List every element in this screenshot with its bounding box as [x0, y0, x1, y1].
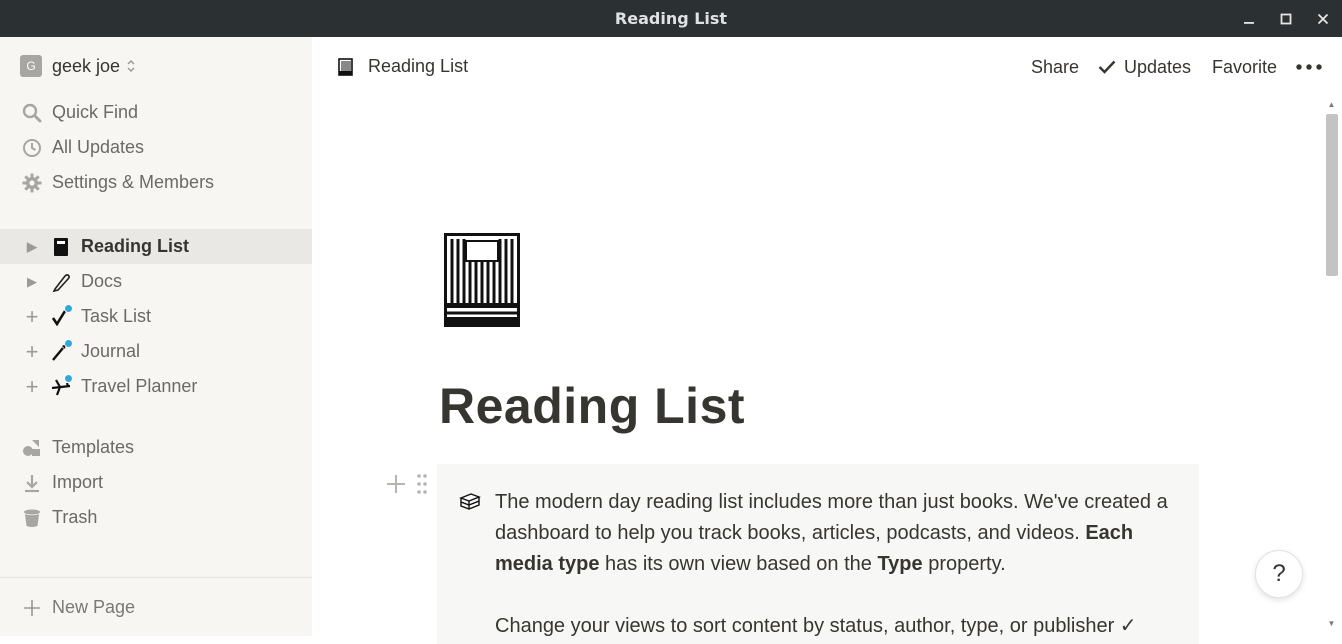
block-tools	[384, 471, 434, 497]
plus-icon	[24, 600, 40, 616]
nav-label: Quick Find	[52, 102, 139, 122]
window-titlebar: Reading List	[0, 0, 1342, 37]
more-options-button[interactable]	[1296, 56, 1322, 78]
nav-label: All Updates	[52, 137, 145, 157]
window-title: Reading List	[614, 9, 728, 28]
book-icon	[54, 238, 68, 256]
nav-label: Templates	[52, 437, 135, 457]
add-subpage-button[interactable]: +	[22, 374, 42, 400]
page-label: Journal	[81, 341, 141, 361]
expand-toggle[interactable]: ▶	[22, 239, 42, 255]
sidebar-page-task-list[interactable]: + Task List	[0, 299, 312, 334]
clock-icon	[23, 139, 41, 157]
nav-label: Import	[52, 472, 104, 492]
new-page-button[interactable]: New Page	[0, 577, 312, 636]
pen-icon	[52, 274, 70, 293]
workspace-avatar: G	[20, 55, 42, 77]
page-label: Docs	[81, 271, 123, 291]
callout-text-line2: Change your views to sort content by sta…	[495, 615, 1137, 637]
chevron-updown-icon	[126, 58, 136, 74]
new-indicator-dot	[64, 304, 73, 313]
breadcrumb-label: Reading List	[368, 56, 469, 76]
workspace-switcher[interactable]: G geek joe	[20, 54, 136, 78]
maximize-icon	[1280, 13, 1292, 24]
add-block-icon[interactable]	[386, 474, 406, 494]
sidebar-page-docs[interactable]: ▶ Docs	[0, 264, 312, 299]
callout-bold-segment: Type	[877, 553, 923, 575]
nav-import[interactable]: Import	[0, 465, 312, 500]
page-topbar: Reading List Share Updates Favorite	[312, 37, 1342, 95]
updates-button[interactable]: Updates	[1098, 56, 1191, 78]
close-icon	[1317, 13, 1329, 24]
favorite-button[interactable]: Favorite	[1212, 56, 1277, 78]
nav-trash[interactable]: Trash	[0, 500, 312, 535]
checkmark-icon	[1098, 60, 1116, 74]
scroll-up-arrow[interactable]: ▲	[1325, 100, 1338, 110]
add-subpage-button[interactable]: +	[22, 304, 42, 330]
close-button[interactable]	[1305, 0, 1341, 37]
minimize-button[interactable]	[1231, 0, 1267, 37]
maximize-button[interactable]	[1268, 0, 1304, 37]
new-indicator-dot	[64, 374, 73, 383]
callout-block[interactable]: The modern day reading list includes mor…	[437, 464, 1199, 644]
callout-text-segment: The modern day reading list includes mor…	[495, 491, 1168, 544]
share-button[interactable]: Share	[1031, 56, 1079, 78]
new-indicator-dot	[64, 339, 73, 348]
sidebar: G geek joe Quick Find All Updates Settin…	[0, 37, 312, 636]
page-label: Task List	[81, 306, 152, 326]
nav-all-updates[interactable]: All Updates	[0, 130, 312, 165]
nav-settings-members[interactable]: Settings & Members	[0, 165, 312, 200]
minimize-icon	[1244, 21, 1254, 24]
search-icon	[22, 103, 42, 123]
nav-label: Settings & Members	[52, 172, 215, 192]
callout-text-segment: has its own view based on the	[599, 553, 878, 575]
workspace-name: geek joe	[52, 55, 121, 76]
page-label: Reading List	[81, 236, 190, 256]
shapes-icon	[23, 440, 40, 456]
scrollbar-thumb[interactable]	[1326, 114, 1338, 276]
add-subpage-button[interactable]: +	[22, 339, 42, 365]
breadcrumb[interactable]: Reading List	[338, 56, 468, 77]
download-icon	[25, 475, 39, 493]
callout-text: The modern day reading list includes mor…	[495, 487, 1185, 580]
sidebar-page-reading-list[interactable]: ▶ Reading List	[0, 229, 312, 264]
nav-label: Trash	[52, 507, 98, 527]
sidebar-page-journal[interactable]: + Journal	[0, 334, 312, 369]
page-icon-book[interactable]	[444, 233, 520, 327]
updates-label: Updates	[1124, 56, 1192, 77]
page-label: Travel Planner	[81, 376, 198, 396]
trash-icon	[24, 509, 40, 527]
callout-text-segment: property.	[922, 553, 1006, 575]
main-content: Reading List Share Updates Favorite ▲ ▼ …	[312, 37, 1342, 644]
gear-icon	[22, 173, 42, 193]
nav-templates[interactable]: Templates	[0, 430, 312, 465]
book-icon	[338, 57, 353, 76]
new-page-label: New Page	[52, 596, 136, 617]
sidebar-page-travel-planner[interactable]: + Travel Planner	[0, 369, 312, 404]
scroll-down-arrow[interactable]: ▼	[1325, 619, 1338, 629]
drag-handle-icon[interactable]	[416, 473, 428, 495]
books-icon	[459, 493, 481, 510]
help-button[interactable]: ?	[1255, 550, 1303, 598]
page-title[interactable]: Reading List	[439, 377, 745, 435]
more-icon	[1296, 64, 1322, 70]
expand-toggle[interactable]: ▶	[22, 274, 42, 290]
nav-quick-find[interactable]: Quick Find	[0, 95, 312, 130]
